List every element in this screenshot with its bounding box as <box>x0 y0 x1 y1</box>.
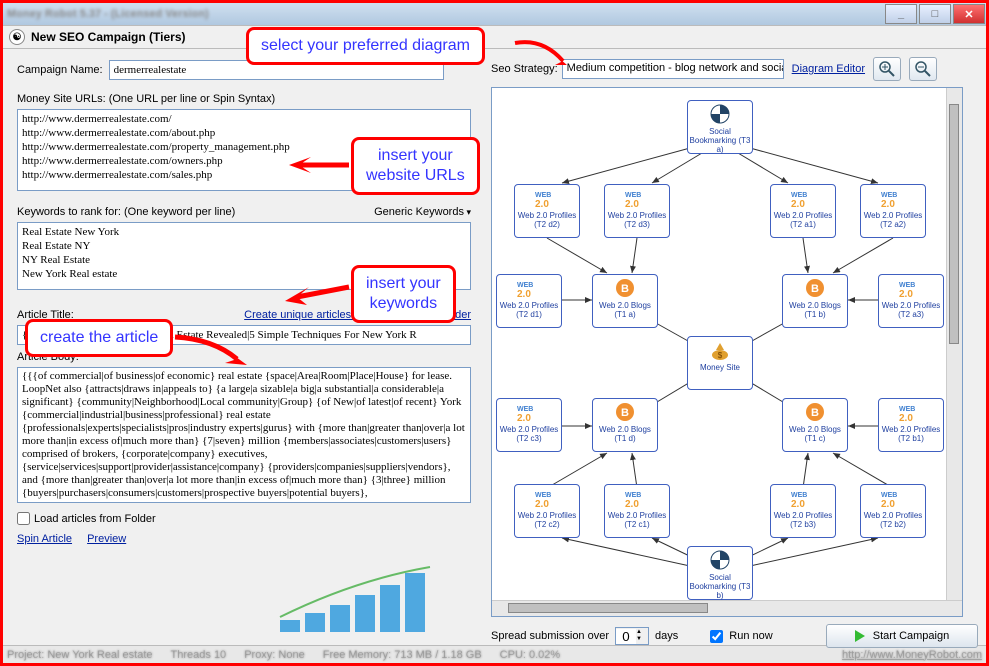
svg-text:WEB: WEB <box>517 406 533 413</box>
svg-text:2.0: 2.0 <box>791 499 805 509</box>
svg-text:2.0: 2.0 <box>535 499 549 509</box>
node-profiles-t2a3[interactable]: WEB2.0Web 2.0 Profiles (T2 a3) <box>878 274 944 328</box>
annotation-article: create the article <box>25 319 173 357</box>
node-blog-t1d[interactable]: BWeb 2.0 Blogs (T1 d) <box>592 398 658 452</box>
annotation-arrow-urls <box>287 153 351 183</box>
svg-text:WEB: WEB <box>535 192 551 199</box>
annotation-arrow-article <box>173 329 253 369</box>
svg-text:WEB: WEB <box>791 192 807 199</box>
node-blog-t1c[interactable]: BWeb 2.0 Blogs (T1 c) <box>782 398 848 452</box>
load-from-folder-checkbox[interactable] <box>17 512 30 525</box>
svg-text:WEB: WEB <box>517 282 533 289</box>
svg-text:WEB: WEB <box>535 492 551 499</box>
node-profiles-t2b2[interactable]: WEB2.0Web 2.0 Profiles (T2 b2) <box>860 484 926 538</box>
titlebar: Money Robot 5.37 - (Licensed Version) _ … <box>3 3 986 25</box>
svg-text:B: B <box>621 283 629 295</box>
money-robot-link[interactable]: http://www.MoneyRobot.com <box>842 649 982 661</box>
node-blog-t1a[interactable]: BWeb 2.0 Blogs (T1 a) <box>592 274 658 328</box>
svg-text:WEB: WEB <box>791 492 807 499</box>
svg-text:WEB: WEB <box>899 282 915 289</box>
days-label: days <box>655 630 678 642</box>
seo-diagram[interactable]: Social Bookmarking (T3 a) Social Bookmar… <box>491 87 963 617</box>
money-site-urls-label: Money Site URLs: (One URL per line or Sp… <box>17 93 471 105</box>
spread-label: Spread submission over <box>491 630 609 642</box>
svg-text:$: $ <box>718 351 723 360</box>
campaign-name-label: Campaign Name: <box>17 64 103 76</box>
svg-text:B: B <box>811 283 819 295</box>
node-profiles-t2d3[interactable]: WEB2.0Web 2.0 Profiles (T2 d3) <box>604 184 670 238</box>
node-money-site[interactable]: $Money Site <box>687 336 753 390</box>
svg-text:2.0: 2.0 <box>517 289 531 299</box>
preview-link[interactable]: Preview <box>87 533 126 545</box>
node-profiles-t2a2[interactable]: WEB2.0Web 2.0 Profiles (T2 a2) <box>860 184 926 238</box>
svg-text:WEB: WEB <box>625 192 641 199</box>
node-profiles-t2b3[interactable]: WEB2.0Web 2.0 Profiles (T2 b3) <box>770 484 836 538</box>
node-profiles-t2d1[interactable]: WEB2.0Web 2.0 Profiles (T2 d1) <box>496 274 562 328</box>
svg-text:WEB: WEB <box>881 192 897 199</box>
seo-strategy-input[interactable]: Medium competition - blog network and so… <box>562 59 784 79</box>
diagram-editor-link[interactable]: Diagram Editor <box>792 63 865 75</box>
node-profiles-t2c1[interactable]: WEB2.0Web 2.0 Profiles (T2 c1) <box>604 484 670 538</box>
decorative-bar-chart <box>275 565 455 635</box>
node-profiles-t2b1[interactable]: WEB2.0Web 2.0 Profiles (T2 b1) <box>878 398 944 452</box>
node-profiles-t2a1[interactable]: WEB2.0Web 2.0 Profiles (T2 a1) <box>770 184 836 238</box>
svg-text:2.0: 2.0 <box>625 199 639 209</box>
svg-text:2.0: 2.0 <box>517 413 531 423</box>
svg-text:2.0: 2.0 <box>881 199 895 209</box>
run-now-label: Run now <box>729 630 772 642</box>
app-icon: ☯ <box>9 29 25 45</box>
close-button[interactable]: ✕ <box>953 4 985 24</box>
zoom-in-button[interactable] <box>873 57 901 81</box>
spread-days-spinner[interactable]: ▲▼ <box>615 627 649 645</box>
node-blog-t1b[interactable]: BWeb 2.0 Blogs (T1 b) <box>782 274 848 328</box>
annotation-keywords: insert your keywords <box>351 265 456 323</box>
node-social-bookmarking-top[interactable]: Social Bookmarking (T3 a) <box>687 100 753 154</box>
run-now-checkbox[interactable] <box>710 630 723 643</box>
maximize-button[interactable]: □ <box>919 4 951 24</box>
article-body-input[interactable] <box>17 367 471 503</box>
svg-text:2.0: 2.0 <box>899 413 913 423</box>
svg-text:WEB: WEB <box>881 492 897 499</box>
sub-titlebar: ☯ New SEO Campaign (Tiers) <box>3 25 986 49</box>
svg-text:WEB: WEB <box>625 492 641 499</box>
annotation-diagram: select your preferred diagram <box>246 27 485 65</box>
load-from-folder-label: Load articles from Folder <box>34 513 156 525</box>
generic-keywords-dropdown[interactable]: Generic Keywords <box>374 206 471 218</box>
annotation-arrow-diagram <box>513 33 573 73</box>
diagram-scroll-v[interactable] <box>946 88 962 600</box>
start-campaign-button[interactable]: Start Campaign <box>826 624 978 648</box>
svg-text:2.0: 2.0 <box>625 499 639 509</box>
node-profiles-t2d2[interactable]: WEB2.0Web 2.0 Profiles (T2 d2) <box>514 184 580 238</box>
spin-article-link[interactable]: Spin Article <box>17 533 72 545</box>
keywords-label: Keywords to rank for: (One keyword per l… <box>17 206 235 218</box>
svg-text:B: B <box>811 407 819 419</box>
diagram-scroll-h[interactable] <box>492 600 962 616</box>
svg-text:2.0: 2.0 <box>535 199 549 209</box>
svg-text:B: B <box>621 407 629 419</box>
zoom-out-button[interactable] <box>909 57 937 81</box>
svg-text:2.0: 2.0 <box>791 199 805 209</box>
minimize-button[interactable]: _ <box>885 4 917 24</box>
svg-text:2.0: 2.0 <box>899 289 913 299</box>
svg-text:2.0: 2.0 <box>881 499 895 509</box>
node-profiles-t2c2[interactable]: WEB2.0Web 2.0 Profiles (T2 c2) <box>514 484 580 538</box>
svg-text:WEB: WEB <box>899 406 915 413</box>
annotation-urls: insert your website URLs <box>351 137 480 195</box>
node-social-bookmarking-bottom[interactable]: Social Bookmarking (T3 b) <box>687 546 753 600</box>
node-profiles-t2c3[interactable]: WEB2.0Web 2.0 Profiles (T2 c3) <box>496 398 562 452</box>
annotation-arrow-keywords <box>283 279 351 309</box>
